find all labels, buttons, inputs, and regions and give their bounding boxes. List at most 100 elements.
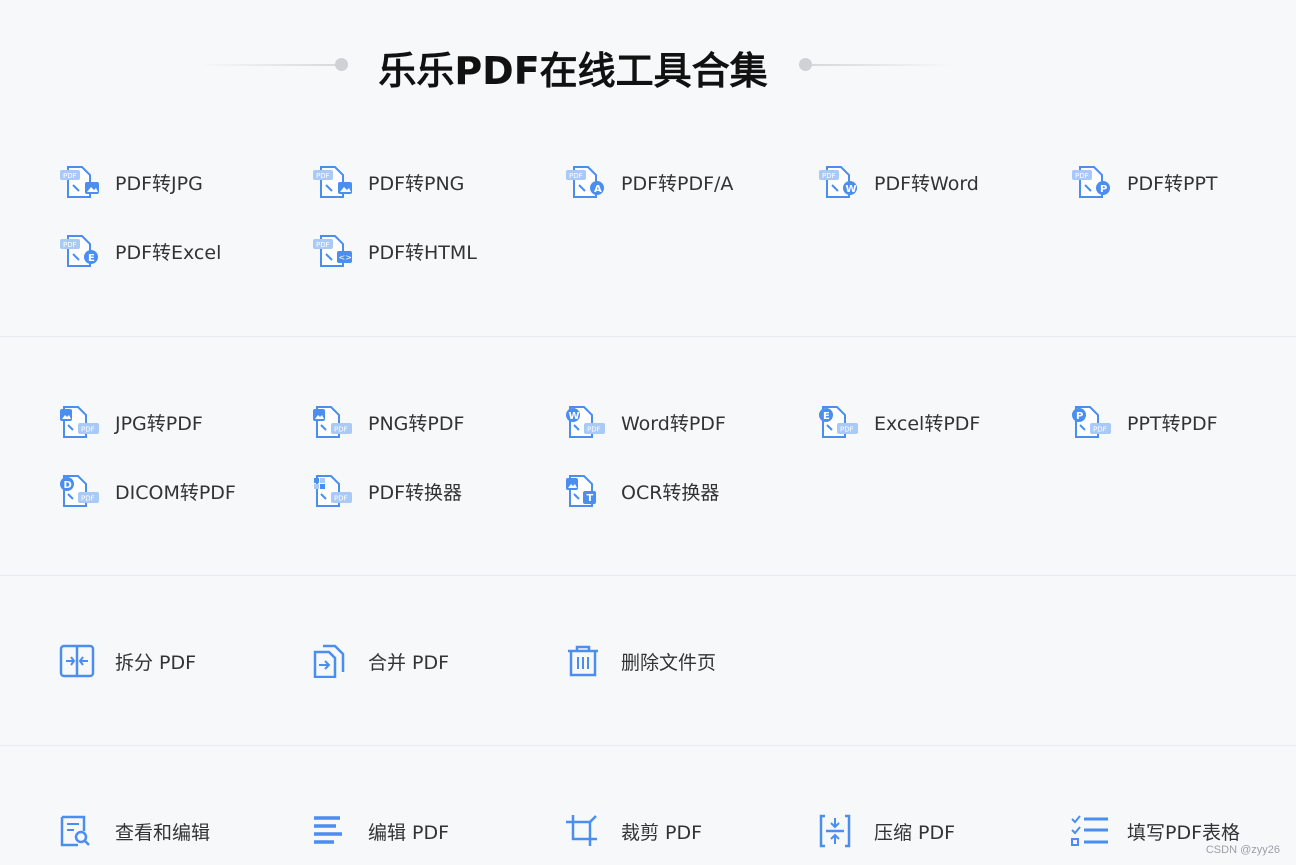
tool-split-pdf[interactable]: 拆分 PDF [58,641,196,681]
title-decor-line-right [812,64,952,66]
tool-ppt-to-pdf[interactable]: P PDF PPT转PDF [1070,402,1218,442]
trash-icon [564,644,606,678]
tool-label: Excel转PDF [874,412,981,435]
dicom-to-pdf-icon: D PDF [58,474,100,508]
tool-pdf-to-word[interactable]: PDF W PDF转Word [817,162,979,202]
section-pdf-to-other: PDF PDF转JPG PDF PDF转PNG PDF A PDF转PDF/A P… [0,130,1296,336]
view-edit-icon [58,814,100,848]
tool-label: 裁剪 PDF [621,821,703,844]
svg-text:PDF: PDF [840,426,854,434]
svg-text:D: D [64,480,72,491]
svg-text:PDF: PDF [316,172,330,180]
tool-jpg-to-pdf[interactable]: PDF JPG转PDF [58,402,203,442]
compress-icon [817,814,859,848]
word-to-pdf-icon: W PDF [564,405,606,439]
pdf-to-html-icon: PDF <> [311,234,353,268]
pdf-to-excel-icon: PDF E [58,234,100,268]
tool-view-and-edit[interactable]: 查看和编辑 [58,811,210,851]
page-title: 乐乐PDF在线工具合集 [378,49,768,93]
page-header: 乐乐PDF在线工具合集 [0,0,1296,130]
tool-label: Word转PDF [621,412,726,435]
tool-merge-pdf[interactable]: 合并 PDF [311,641,449,681]
tool-label: PDF转Excel [115,241,222,264]
tool-pdf-to-jpg[interactable]: PDF PDF转JPG [58,162,203,202]
svg-text:PDF: PDF [1075,172,1089,180]
tool-label: 编辑 PDF [368,821,450,844]
svg-text:PDF: PDF [63,172,77,180]
tool-label: PDF转Word [874,172,979,195]
section-page-tools: 拆分 PDF 合并 PDF 删除文件页 [0,575,1296,746]
tool-pdf-to-ppt[interactable]: PDF P PDF转PPT [1070,162,1218,202]
ocr-converter-icon: T [564,474,606,508]
section-edit-tools: 查看和编辑 编辑 PDF 裁剪 PDF 压缩 PDF 填写PDF表格 [0,745,1296,865]
tool-edit-pdf[interactable]: 编辑 PDF [311,811,449,851]
title-decor-line-left [200,64,340,66]
edit-lines-icon [311,814,353,848]
svg-text:W: W [846,184,857,195]
svg-text:PDF: PDF [569,172,583,180]
tool-label: PPT转PDF [1127,412,1218,435]
svg-text:E: E [823,411,830,422]
pdf-to-image-icon: PDF [58,165,100,199]
svg-text:PDF: PDF [81,495,95,503]
tool-label: 删除文件页 [621,651,717,674]
pdf-converter-icon: PDF [311,474,353,508]
pdf-to-word-icon: PDF W [817,165,859,199]
tool-png-to-pdf[interactable]: PDF PNG转PDF [311,402,464,442]
tool-label: PDF转PNG [368,172,465,195]
tool-label: PDF转PPT [1127,172,1218,195]
svg-text:W: W [569,411,580,422]
svg-text:PDF: PDF [822,172,836,180]
merge-icon [311,644,353,679]
pdf-to-image-icon: PDF [311,165,353,199]
excel-to-pdf-icon: E PDF [817,405,859,439]
title-decor-dot-right [799,58,812,71]
tool-word-to-pdf[interactable]: W PDF Word转PDF [564,402,726,442]
svg-text:PDF: PDF [81,426,95,434]
tool-delete-pages[interactable]: 删除文件页 [564,641,716,681]
title-decor-dot-left [335,58,348,71]
section-other-to-pdf: PDF JPG转PDF PDF PNG转PDF W PDF Word转PDF E P… [0,336,1296,576]
image-to-pdf-icon: PDF [311,405,353,439]
svg-text:PDF: PDF [334,495,348,503]
pdf-to-ppt-icon: PDF P [1070,165,1112,199]
tool-pdf-converter[interactable]: PDF PDF转换器 [311,471,462,511]
tool-label: DICOM转PDF [115,481,236,504]
watermark: CSDN @zyy26 [1205,844,1280,856]
svg-text:E: E [88,253,95,264]
svg-text:PDF: PDF [334,426,348,434]
pdf-to-pdfa-icon: PDF A [564,165,606,199]
tool-label: PDF转JPG [115,172,203,195]
checklist-icon [1070,814,1112,848]
svg-text:PDF: PDF [316,241,330,249]
tool-pdf-to-png[interactable]: PDF PDF转PNG [311,162,464,202]
tool-crop-pdf[interactable]: 裁剪 PDF [564,811,702,851]
svg-text:T: T [587,493,594,504]
tool-excel-to-pdf[interactable]: E PDF Excel转PDF [817,402,980,442]
tool-label: PDF转HTML [368,241,477,264]
tool-pdf-to-html[interactable]: PDF <> PDF转HTML [311,231,477,271]
tool-label: 拆分 PDF [115,651,197,674]
svg-text:PDF: PDF [63,241,77,249]
svg-text:PDF: PDF [1093,426,1107,434]
tool-pdf-to-excel[interactable]: PDF E PDF转Excel [58,231,221,271]
tool-label: 压缩 PDF [874,821,956,844]
tool-dicom-to-pdf[interactable]: D PDF DICOM转PDF [58,471,236,511]
tool-label: JPG转PDF [115,412,203,435]
svg-text:P: P [1100,184,1107,195]
tool-compress-pdf[interactable]: 压缩 PDF [817,811,955,851]
tool-pdf-to-pdfa[interactable]: PDF A PDF转PDF/A [564,162,733,202]
ppt-to-pdf-icon: P PDF [1070,405,1112,439]
svg-text:P: P [1076,411,1083,422]
tool-ocr-converter[interactable]: T OCR转换器 [564,471,719,511]
svg-text:A: A [594,184,602,195]
tool-label: 填写PDF表格 [1127,821,1241,844]
tool-label: 合并 PDF [368,651,450,674]
tool-label: PDF转换器 [368,481,463,504]
tool-label: 查看和编辑 [115,821,211,844]
tool-label: PNG转PDF [368,412,465,435]
svg-text:<>: <> [339,253,352,262]
image-to-pdf-icon: PDF [58,405,100,439]
tool-label: PDF转PDF/A [621,172,734,195]
split-icon [58,644,100,678]
